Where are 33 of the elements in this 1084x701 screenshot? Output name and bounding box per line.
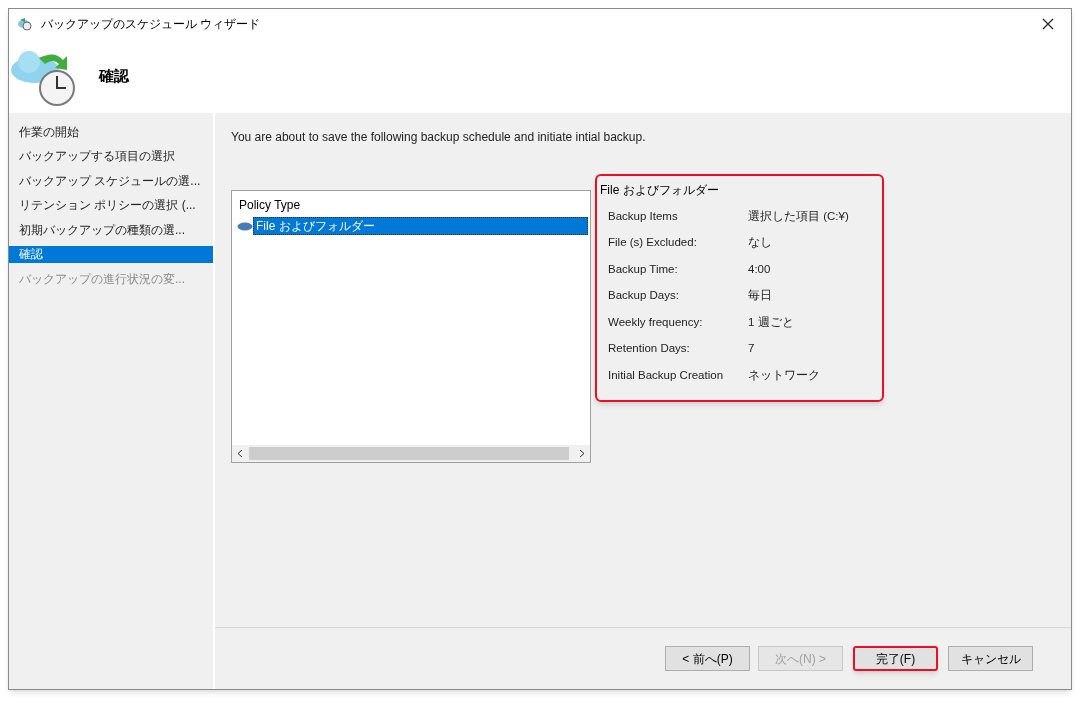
summary-label: Weekly frequency:: [608, 314, 704, 330]
summary-value: 選択した項目 (C:¥): [748, 208, 849, 224]
summary-value: 4:00: [748, 261, 771, 277]
summary-label: Retention Days:: [608, 341, 691, 357]
close-icon: [1042, 18, 1054, 30]
wizard-button[interactable]: キャンセル: [948, 646, 1033, 671]
summary-label: Backup Items: [608, 208, 679, 224]
intro-text: You are about to save the following backup schedule and initiate intial backup.: [231, 129, 647, 146]
wizard-step[interactable]: バックアップ スケジュールの選...: [9, 172, 213, 189]
app-icon: [17, 16, 33, 32]
policy-icon: [237, 221, 253, 231]
scrollbar-thumb[interactable]: [249, 447, 569, 460]
summary-label: Backup Time:: [608, 261, 679, 277]
window-title: バックアップのスケジュール ウィザード: [41, 16, 261, 33]
summary-value: 1 週ごと: [748, 314, 794, 330]
wizard-step[interactable]: リテンション ポリシーの選択 (...: [9, 196, 213, 214]
summary-value: なし: [748, 235, 772, 251]
summary-value: 毎日: [748, 288, 772, 304]
wizard-step[interactable]: バックアップする項目の選択: [9, 147, 213, 165]
summary-label: Backup Days:: [608, 288, 680, 304]
summary-label: Initial Backup Creation: [608, 367, 725, 383]
wizard-step[interactable]: 作業の開始: [9, 123, 213, 140]
page-heading: 確認: [99, 65, 129, 86]
column-header: Policy Type: [238, 197, 302, 214]
summary-value: 7: [748, 341, 755, 357]
summary-value: ネットワーク: [748, 367, 820, 383]
summary-label: File (s) Excluded:: [608, 235, 698, 251]
wizard-button[interactable]: < 前へ(P): [665, 646, 750, 671]
wizard-step[interactable]: 確認: [9, 245, 213, 263]
wizard-button[interactable]: 完了(F): [853, 646, 938, 671]
summary-title: File およびフォルダー: [600, 182, 720, 199]
wizard-step[interactable]: 初期バックアップの種類の選...: [9, 221, 213, 238]
horizontal-scrollbar[interactable]: [232, 445, 590, 462]
